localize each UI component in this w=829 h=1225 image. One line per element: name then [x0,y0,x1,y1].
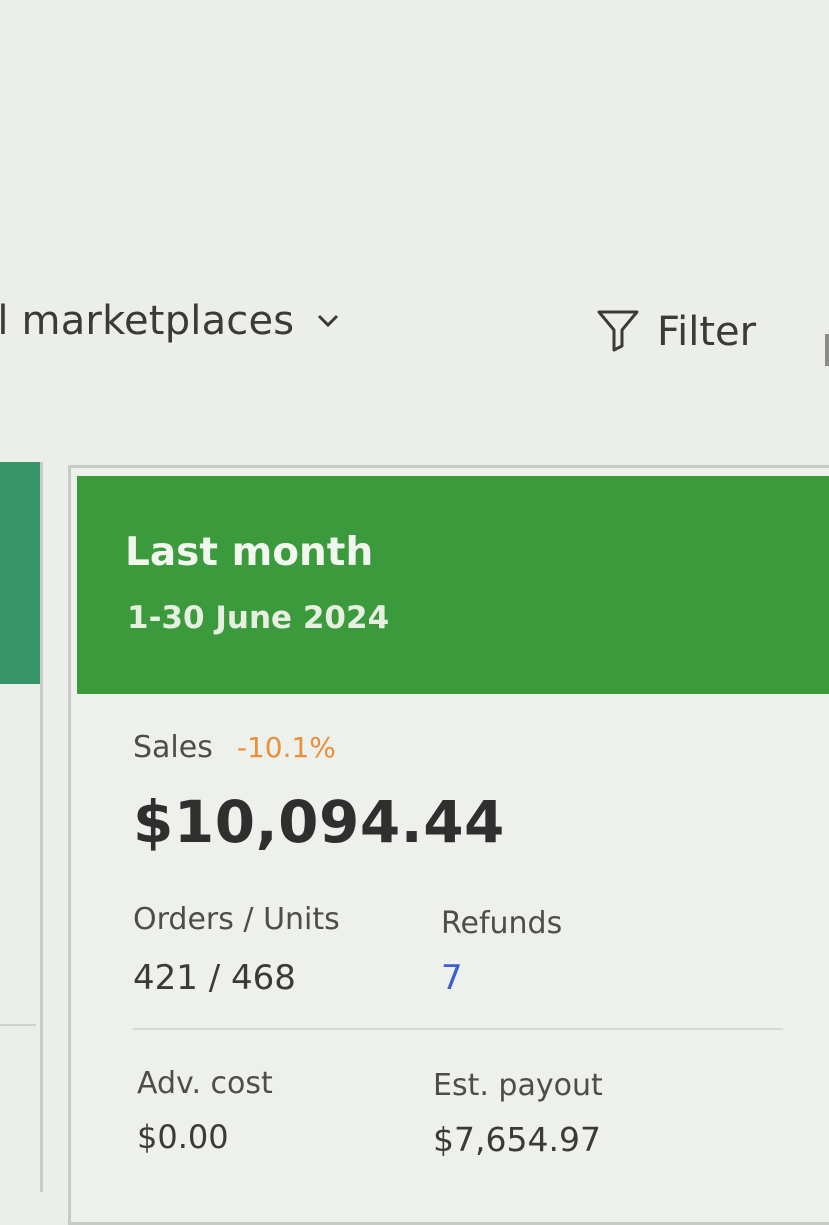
sales-change-badge: -10.1% [236,731,336,764]
last-month-card[interactable]: Last month 1-30 June 2024 Sales -10.1% $… [68,465,829,1225]
toolbar-edge-divider [825,334,829,366]
refunds-label: Refunds [441,906,563,941]
sales-label: Sales [133,730,213,765]
toolbar: ll marketplaces Filter [0,290,829,370]
filter-button[interactable]: Filter [595,308,756,356]
filter-icon [595,308,641,356]
metrics-divider [133,1028,783,1030]
card-header: Last month 1-30 June 2024 [77,476,829,694]
filter-label: Filter [657,309,757,355]
est-payout-value: $7,654.97 [433,1120,601,1159]
marketplace-select[interactable]: ll marketplaces [0,298,340,344]
sales-amount: $10,094.44 [133,788,505,856]
previous-period-card[interactable] [0,462,43,1192]
period-range: 1-30 June 2024 [127,600,390,636]
marketplace-select-label: ll marketplaces [0,298,295,344]
adv-cost-label: Adv. cost [137,1066,273,1101]
est-payout-label: Est. payout [433,1068,603,1103]
period-title: Last month [125,530,374,575]
previous-period-card-divider [0,1024,36,1026]
adv-cost-value: $0.00 [137,1118,229,1156]
orders-units-value: 421 / 468 [133,958,296,998]
orders-units-label: Orders / Units [133,902,340,937]
previous-period-card-header [0,462,40,684]
refunds-value[interactable]: 7 [441,958,463,998]
chevron-down-icon [316,313,340,329]
sales-header: Sales -10.1% [133,730,336,765]
